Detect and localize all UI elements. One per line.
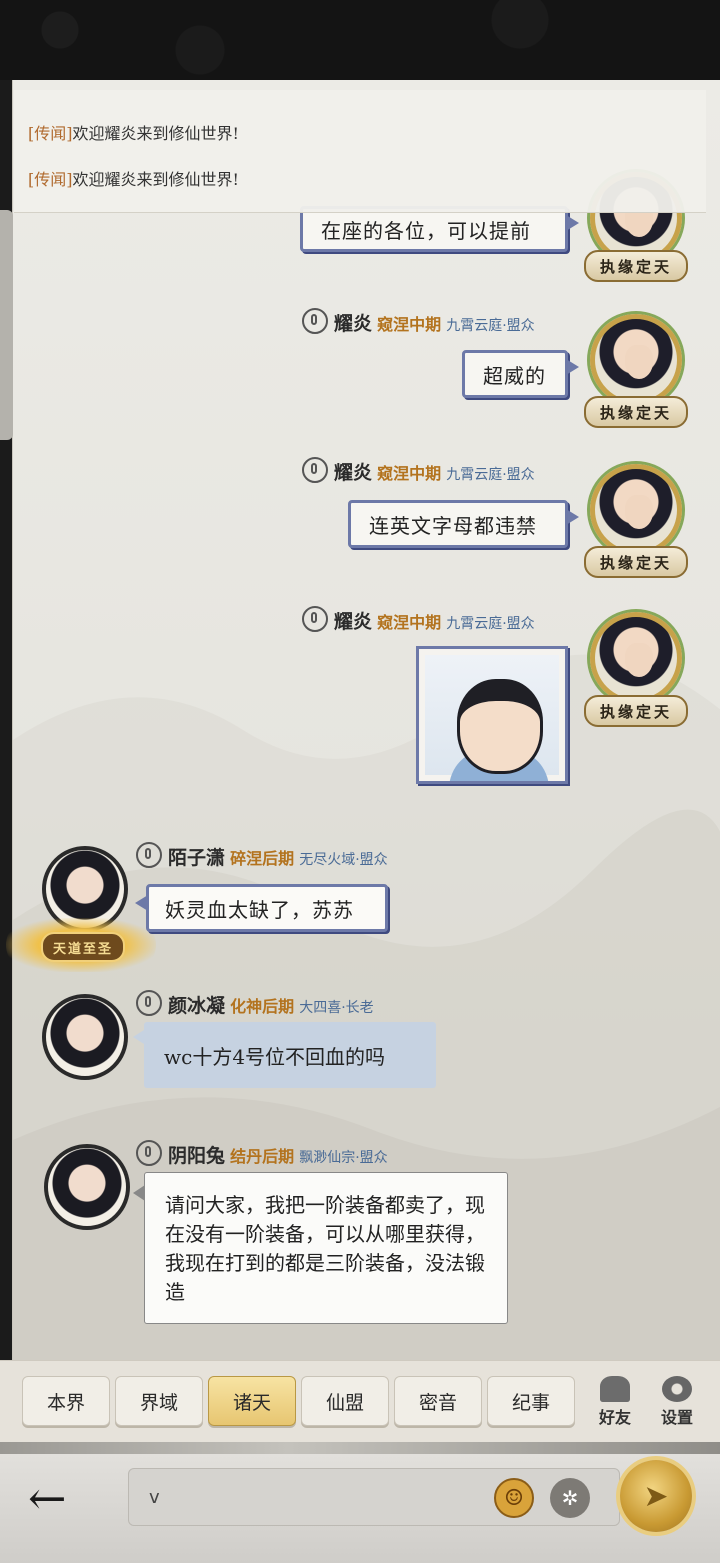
avatar[interactable] (590, 464, 682, 556)
sender-realm: 碎涅后期 (230, 849, 295, 868)
title-badge-text: 天道至圣 (41, 932, 125, 962)
emoji-icon[interactable]: ☺ (494, 1478, 534, 1518)
tab-label: 本界 (46, 1391, 85, 1414)
sender-realm: 窥涅中期 (377, 315, 442, 334)
tab-zhutian[interactable]: 诸天 (208, 1376, 296, 1426)
sender-realm: 窥涅中期 (377, 464, 442, 483)
tab-jieyu[interactable]: 界域 (115, 1376, 203, 1426)
voice-icon[interactable] (302, 606, 328, 632)
rumor-text: 欢迎耀炎来到修仙世界! (72, 170, 239, 189)
tab-jishi[interactable]: 纪事 (487, 1376, 575, 1426)
voice-icon[interactable] (136, 1140, 162, 1166)
scrollbar[interactable] (0, 210, 13, 440)
sender-guild: 九霄云庭·盟众 (446, 318, 535, 334)
avatar[interactable] (590, 612, 682, 704)
friends-label: 好友 (598, 1408, 631, 1427)
message-text: 超威的 (483, 363, 546, 388)
sticker-message[interactable] (416, 646, 568, 784)
sender-guild: 大四喜·长老 (299, 1000, 374, 1016)
title-badge-text: 执缘定天 (599, 553, 672, 572)
message-header: 颜冰凝 化神后期 大四喜·长老 (136, 990, 374, 1018)
voice-icon[interactable] (302, 308, 328, 334)
voice-icon[interactable] (136, 842, 162, 868)
message-header: 耀炎 窥涅中期 九霄云庭·盟众 (302, 606, 535, 634)
message-header: 陌子潇 碎涅后期 无尽火域·盟众 (136, 842, 388, 870)
message-text: 在座的各位，可以提前 (321, 218, 531, 243)
tab-label: 仙盟 (325, 1391, 364, 1414)
title-badge-text: 执缘定天 (599, 257, 672, 276)
rumor-item: [传闻]欢迎耀炎来到修仙世界! (28, 120, 239, 144)
message-input[interactable]: v (128, 1468, 620, 1526)
send-button[interactable]: ➤ (620, 1460, 692, 1532)
sender-name[interactable]: 耀炎 (334, 313, 372, 335)
tab-miyin[interactable]: 密音 (394, 1376, 482, 1426)
sender-guild: 九霄云庭·盟众 (446, 467, 535, 483)
chat-bubble: wc十方4号位不回血的吗 (133, 1022, 436, 1088)
settings-button[interactable]: 设置 (654, 1376, 700, 1427)
voice-icon[interactable] (136, 990, 162, 1016)
sender-name[interactable]: 耀炎 (334, 611, 372, 633)
message-text: 连英文字母都违禁 (369, 513, 537, 538)
message-text: wc十方4号位不回血的吗 (164, 1044, 386, 1069)
rumor-tag: [传闻] (28, 124, 73, 143)
top-dark-banner (0, 0, 720, 80)
tab-label: 密音 (418, 1391, 457, 1414)
sender-guild: 九霄云庭·盟众 (446, 616, 535, 632)
message-header: 耀炎 窥涅中期 九霄云庭·盟众 (302, 457, 535, 485)
sender-guild: 飘渺仙宗·盟众 (299, 1150, 388, 1166)
sender-realm: 窥涅中期 (377, 613, 442, 632)
avatar[interactable] (42, 994, 128, 1080)
tab-benjie[interactable]: 本界 (22, 1376, 110, 1426)
title-badge: 执缘定天 (584, 396, 688, 428)
tab-xianmeng[interactable]: 仙盟 (301, 1376, 389, 1426)
tab-label: 纪事 (511, 1391, 550, 1414)
sender-name[interactable]: 耀炎 (334, 462, 372, 484)
rumor-text: 欢迎耀炎来到修仙世界! (72, 124, 239, 143)
title-badge: 执缘定天 (584, 250, 688, 282)
title-badge: 天道至圣 (6, 918, 156, 972)
send-icon: ➤ (643, 1478, 669, 1514)
rumor-item: [传闻]欢迎耀炎来到修仙世界! (28, 166, 239, 190)
message-header: 耀炎 窥涅中期 九霄云庭·盟众 (302, 308, 535, 336)
message-header: 阴阳兔 结丹后期 飘渺仙宗·盟众 (136, 1140, 388, 1168)
chat-bubble: 超威的 (462, 350, 579, 398)
avatar[interactable] (590, 314, 682, 406)
title-badge: 执缘定天 (584, 546, 688, 578)
rumor-tag: [传闻] (28, 170, 73, 189)
friends-icon (600, 1376, 630, 1402)
sender-name[interactable]: 陌子潇 (168, 847, 225, 869)
tab-label: 诸天 (232, 1391, 271, 1414)
sender-name[interactable]: 阴阳兔 (168, 1145, 225, 1167)
voice-icon[interactable] (302, 457, 328, 483)
message-text: 妖灵血太缺了，苏苏 (165, 897, 354, 922)
chat-bubble: 连英文字母都违禁 (348, 500, 579, 548)
message-text: 请问大家，我把一阶装备都卖了，现在没有一阶装备，可以从哪里获得，我现在打到的都是… (165, 1193, 485, 1304)
title-badge: 执缘定天 (584, 695, 688, 727)
share-icon[interactable]: ✲ (550, 1478, 590, 1518)
sender-realm: 结丹后期 (230, 1147, 295, 1166)
gear-icon (662, 1376, 692, 1402)
friends-button[interactable]: 好友 (592, 1376, 638, 1427)
back-arrow-icon[interactable]: ← (28, 1470, 112, 1526)
sender-guild: 无尽火域·盟众 (299, 852, 388, 868)
chat-bubble: 妖灵血太缺了，苏苏 (135, 884, 388, 932)
title-badge-text: 执缘定天 (599, 702, 672, 721)
avatar[interactable] (44, 1144, 130, 1230)
chat-bubble: 请问大家，我把一阶装备都卖了，现在没有一阶装备，可以从哪里获得，我现在打到的都是… (133, 1172, 508, 1324)
message-input-value: v (149, 1486, 160, 1508)
tab-label: 界域 (139, 1391, 178, 1414)
rumor-feed: [传闻]欢迎耀炎来到修仙世界! [传闻]欢迎耀炎来到修仙世界! (14, 90, 706, 213)
sender-realm: 化神后期 (230, 997, 295, 1016)
sender-name[interactable]: 颜冰凝 (168, 995, 225, 1017)
settings-label: 设置 (660, 1408, 693, 1427)
title-badge-text: 执缘定天 (599, 403, 672, 422)
